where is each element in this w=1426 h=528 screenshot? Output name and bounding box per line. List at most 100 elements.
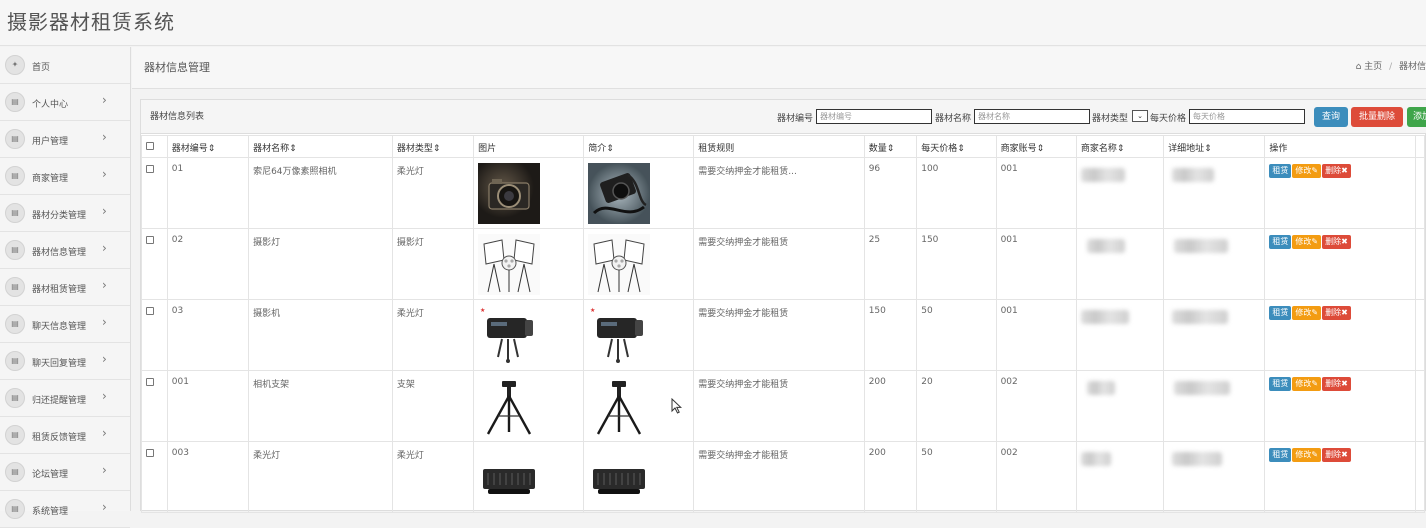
redacted-address: [1174, 381, 1231, 395]
cell-rule: 需要交纳押金才能租赁...: [693, 157, 865, 229]
delete-button[interactable]: 删除✖: [1322, 377, 1351, 391]
breadcrumb-separator: /: [1389, 62, 1393, 72]
row-select[interactable]: [141, 441, 168, 513]
breadcrumb-home[interactable]: 主页: [1364, 62, 1382, 72]
chevron-right-icon: ›: [102, 167, 107, 181]
column-header-4[interactable]: 简介⇕: [583, 135, 695, 158]
cell-address: [1163, 228, 1266, 300]
sidebar-item-11[interactable]: ▤ 论坛管理 ›: [0, 454, 130, 491]
price-filter-label: 每天价格: [1150, 114, 1187, 124]
cell-filler: [1415, 370, 1425, 442]
rule-text: 需要交纳押金才能租赁: [698, 451, 789, 461]
type-filter-label: 器材类型: [1092, 114, 1129, 124]
row-select[interactable]: [141, 370, 168, 442]
chevron-right-icon: ›: [102, 426, 107, 440]
edit-button[interactable]: 修改✎: [1292, 306, 1322, 320]
list-icon: ▤: [5, 203, 25, 223]
sidebar-item-label: 器材分类管理: [32, 211, 87, 221]
list-icon: ▤: [5, 240, 25, 260]
column-header-11: 操作: [1264, 135, 1416, 158]
redacted-address: [1174, 239, 1229, 253]
code-filter-input[interactable]: [816, 109, 932, 124]
column-header-8[interactable]: 商家账号⇕: [995, 135, 1077, 158]
rent-button[interactable]: 租赁: [1269, 306, 1292, 320]
cell-intro: [583, 157, 695, 229]
rent-button[interactable]: 租赁: [1269, 377, 1292, 391]
home-icon: ⌂: [1355, 62, 1362, 72]
batch-delete-button[interactable]: 批量删除: [1351, 107, 1403, 127]
sidebar-item-1[interactable]: ▤ 个人中心 ›: [0, 84, 130, 121]
row-select[interactable]: [141, 228, 168, 300]
column-header-0[interactable]: 器材编号⇕: [166, 135, 250, 158]
redacted-merchant-name: [1086, 239, 1125, 253]
row-checkbox[interactable]: [146, 307, 154, 315]
row-checkbox[interactable]: [146, 165, 154, 173]
cell-name: 柔光灯: [248, 441, 393, 513]
search-button[interactable]: 查询: [1314, 107, 1348, 127]
sidebar-item-8[interactable]: ▤ 聊天回复管理 ›: [0, 343, 130, 380]
sidebar-item-label: 器材租赁管理: [32, 285, 87, 295]
chevron-right-icon: ›: [102, 352, 107, 366]
sidebar-item-label: 聊天信息管理: [32, 322, 87, 332]
column-header-6[interactable]: 数量⇕: [863, 135, 918, 158]
panel-header: 器材信息列表 器材编号 器材名称 器材类型 ⌄ 每天价格 查询 批量删除 添加: [141, 100, 1426, 134]
column-header-1[interactable]: 器材名称⇕: [248, 135, 393, 158]
chevron-right-icon: ›: [102, 500, 107, 514]
row-checkbox[interactable]: [146, 378, 154, 386]
edit-button[interactable]: 修改✎: [1292, 164, 1322, 178]
rent-button[interactable]: 租赁: [1269, 164, 1292, 178]
sidebar-item-10[interactable]: ▤ 租赁反馈管理 ›: [0, 417, 130, 454]
cell-merchant-account: 001: [995, 228, 1077, 300]
cell-daily-price: 150: [916, 228, 997, 300]
cell-intro: [583, 441, 695, 513]
column-header-2[interactable]: 器材类型⇕: [391, 135, 475, 158]
add-button[interactable]: 添加: [1407, 107, 1426, 127]
edit-button[interactable]: 修改✎: [1292, 448, 1322, 462]
sidebar-item-3[interactable]: ▤ 商家管理 ›: [0, 158, 130, 195]
sidebar-item-9[interactable]: ▤ 归还提醒管理 ›: [0, 380, 130, 417]
redacted-address: [1172, 310, 1229, 324]
delete-button[interactable]: 删除✖: [1322, 164, 1351, 178]
row-checkbox[interactable]: [146, 236, 154, 244]
cell-actions: 租赁 修改✎ 删除✖: [1264, 370, 1416, 442]
sidebar-item-label: 租赁反馈管理: [32, 433, 87, 443]
sidebar-item-label: 个人中心: [32, 100, 69, 110]
sidebar-item-0[interactable]: ✦ 首页: [0, 47, 130, 84]
cell-rule: 需要交纳押金才能租赁: [693, 441, 865, 513]
column-header-9[interactable]: 商家名称⇕: [1075, 135, 1165, 158]
chevron-right-icon: ›: [102, 241, 107, 255]
sidebar-item-4[interactable]: ▤ 器材分类管理 ›: [0, 195, 130, 232]
list-icon: ▤: [5, 314, 25, 334]
row-select[interactable]: [141, 157, 168, 229]
cell-image: [473, 441, 585, 513]
row-select[interactable]: [141, 299, 168, 371]
delete-button[interactable]: 删除✖: [1322, 448, 1351, 462]
page-header: 器材信息管理 ⌂ 主页 / 器材信: [132, 47, 1426, 89]
sidebar-item-12[interactable]: ▤ 系统管理 ›: [0, 491, 130, 528]
select-all-checkbox[interactable]: [146, 142, 154, 150]
cell-image: [473, 370, 585, 442]
sidebar-item-6[interactable]: ▤ 器材租赁管理 ›: [0, 269, 130, 306]
price-filter-input[interactable]: [1189, 109, 1305, 124]
delete-button[interactable]: 删除✖: [1322, 235, 1351, 249]
sidebar-item-5[interactable]: ▤ 器材信息管理 ›: [0, 232, 130, 269]
list-icon: ▤: [5, 92, 25, 112]
cell-address: [1163, 299, 1266, 371]
type-filter-select[interactable]: ⌄: [1132, 110, 1148, 122]
edit-button[interactable]: 修改✎: [1292, 377, 1322, 391]
cell-quantity: 150: [863, 299, 918, 371]
cell-name: 索尼64万像素照相机: [248, 157, 393, 229]
rent-button[interactable]: 租赁: [1269, 235, 1292, 249]
select-all-header[interactable]: [141, 135, 168, 158]
delete-button[interactable]: 删除✖: [1322, 306, 1351, 320]
sidebar-item-2[interactable]: ▤ 用户管理 ›: [0, 121, 130, 158]
rent-button[interactable]: 租赁: [1269, 448, 1292, 462]
row-checkbox[interactable]: [146, 449, 154, 457]
column-header-10[interactable]: 详细地址⇕: [1163, 135, 1266, 158]
name-filter-input[interactable]: [974, 109, 1090, 124]
sidebar-item-7[interactable]: ▤ 聊天信息管理 ›: [0, 306, 130, 343]
cell-daily-price: 50: [916, 299, 997, 371]
edit-button[interactable]: 修改✎: [1292, 235, 1322, 249]
column-header-7[interactable]: 每天价格⇕: [916, 135, 997, 158]
cell-intro: [583, 228, 695, 300]
